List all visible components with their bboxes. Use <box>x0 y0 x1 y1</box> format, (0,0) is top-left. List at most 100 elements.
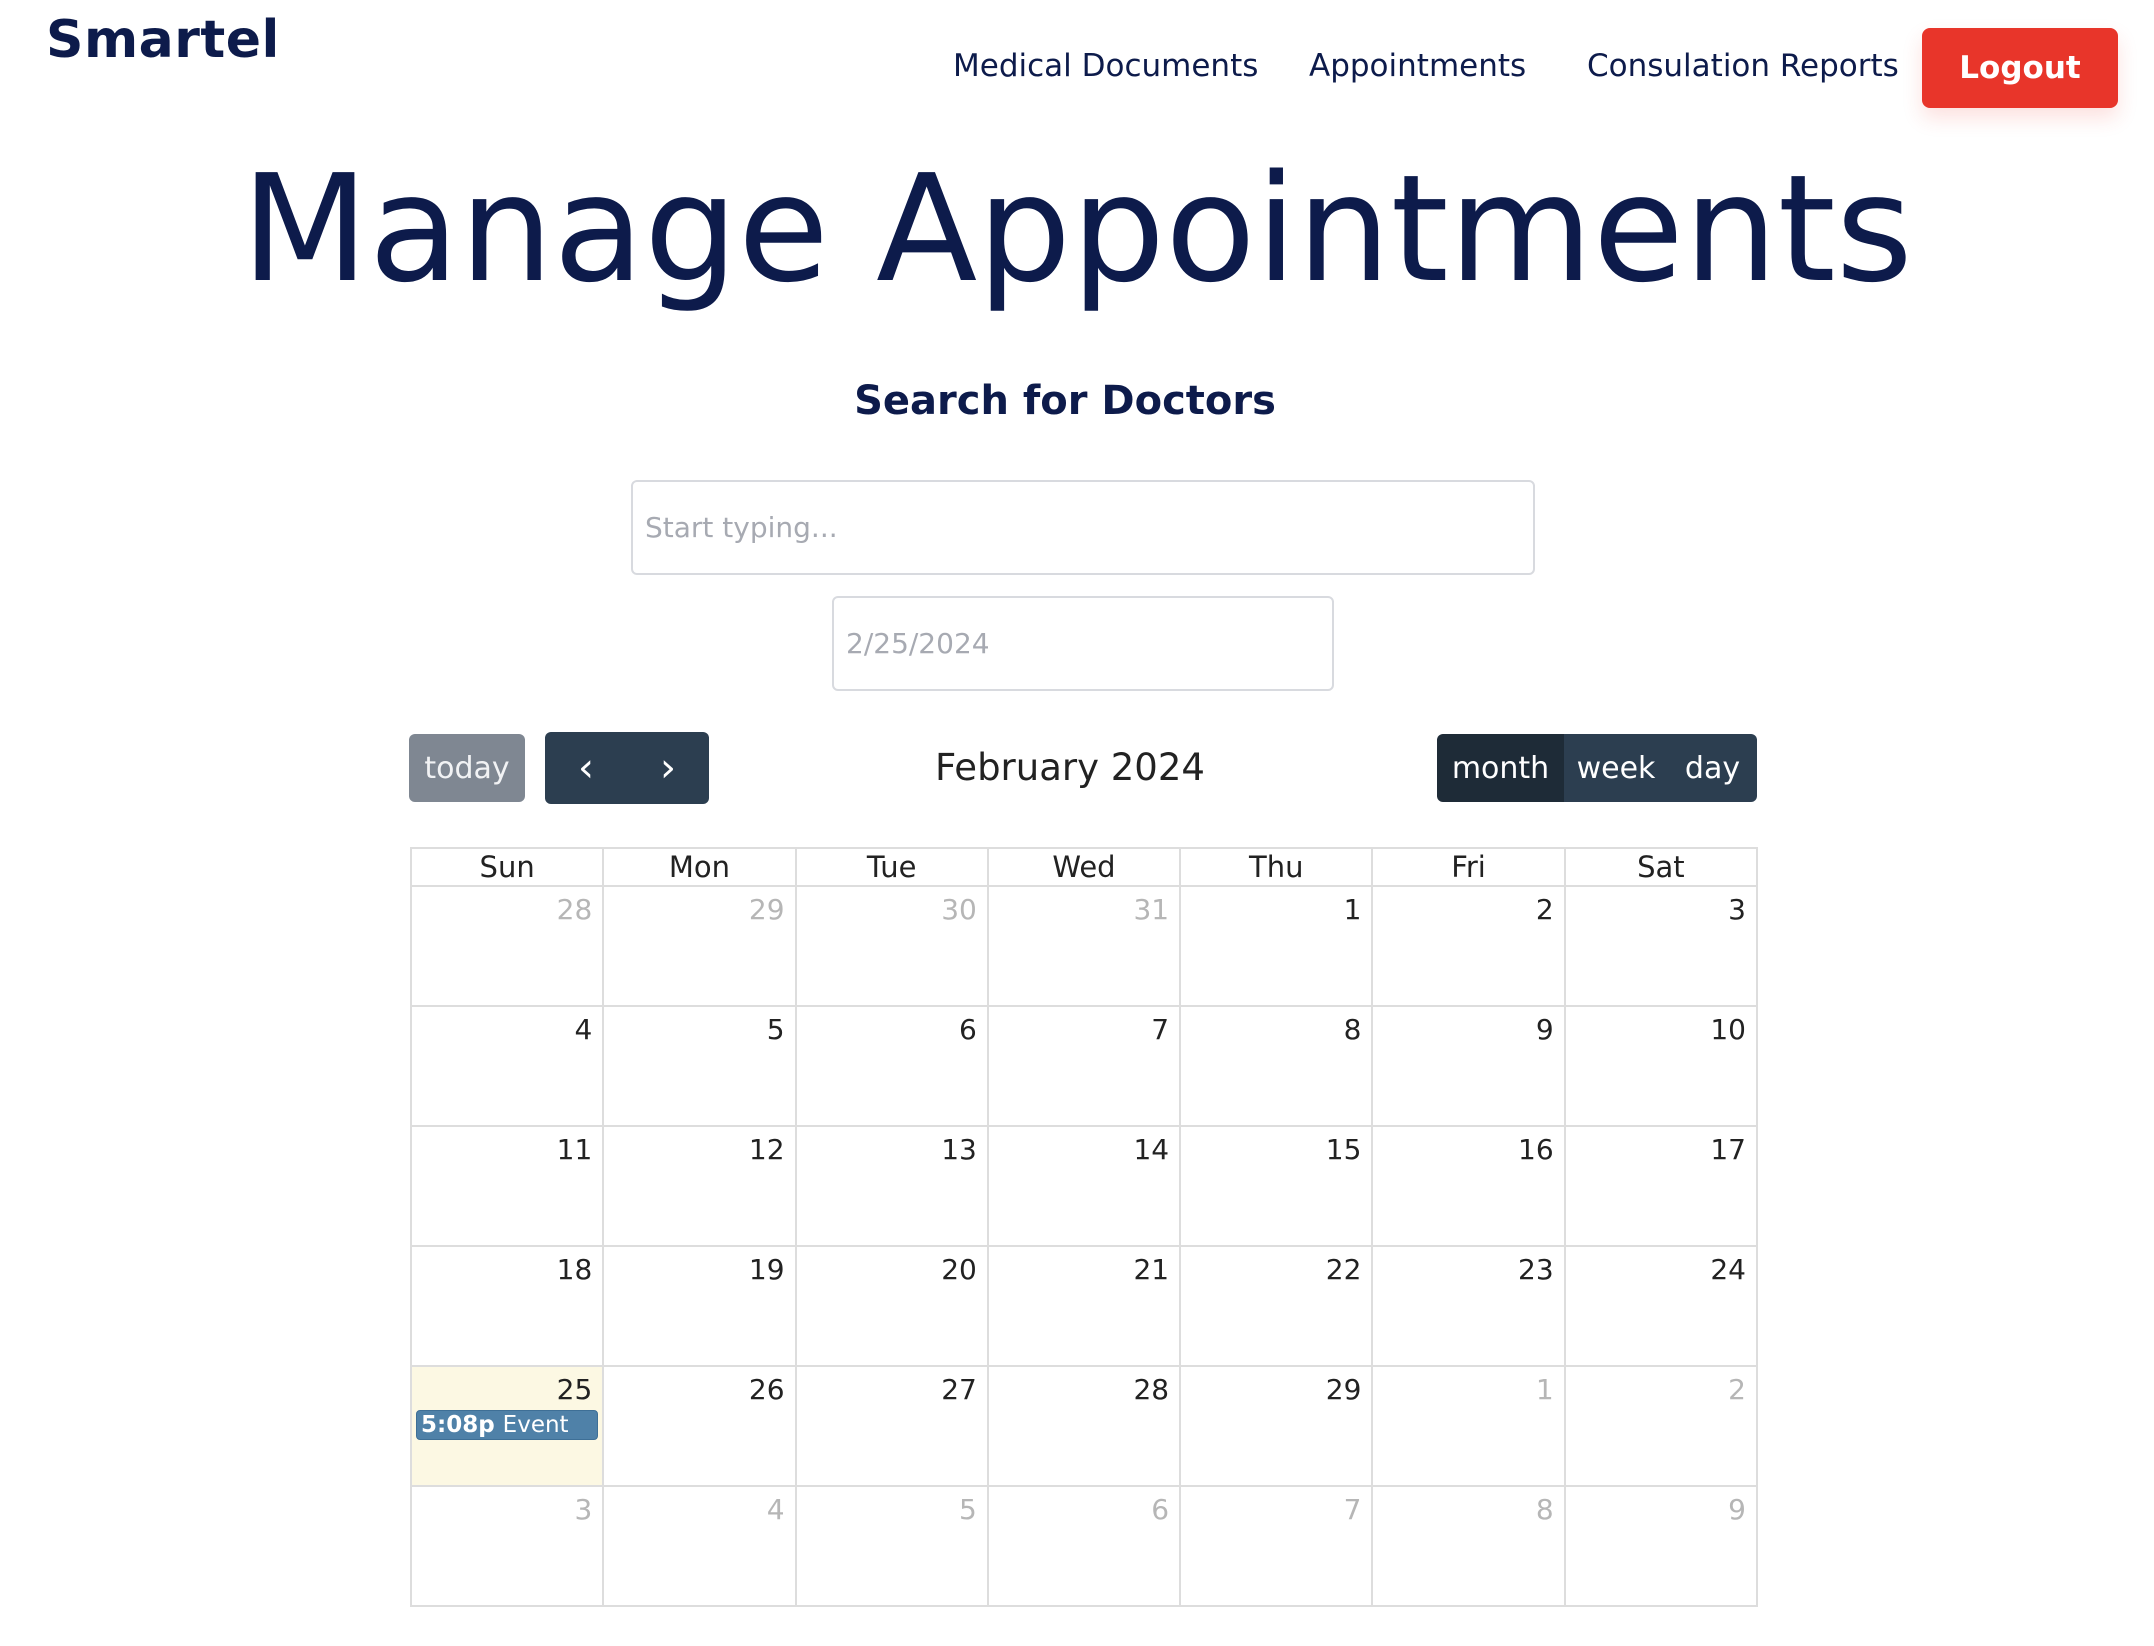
nav-medical-documents[interactable]: Medical Documents <box>953 48 1258 84</box>
nav-appointments[interactable]: Appointments <box>1309 48 1526 84</box>
weekday-wed: Wed <box>986 847 1182 887</box>
day-cell[interactable]: 10 <box>1563 1005 1759 1127</box>
day-cell[interactable]: 2 <box>1563 1365 1759 1487</box>
weekday-sat: Sat <box>1563 847 1759 887</box>
day-cell[interactable]: 4 <box>602 1485 797 1607</box>
day-number: 9 <box>1728 1493 1746 1526</box>
day-cell[interactable]: 2 <box>1371 885 1566 1007</box>
weekday-thu: Thu <box>1179 847 1374 887</box>
day-cell[interactable]: 11 <box>409 1125 605 1247</box>
day-number: 5 <box>959 1493 977 1526</box>
day-cell[interactable]: 28 <box>409 885 605 1007</box>
weekday-fri: Fri <box>1371 847 1566 887</box>
day-cell[interactable]: 1 <box>1179 885 1374 1007</box>
day-number: 1 <box>1535 1373 1554 1406</box>
day-cell[interactable]: 31 <box>986 885 1182 1007</box>
day-cell[interactable]: 17 <box>1563 1125 1759 1247</box>
day-cell[interactable]: 5 <box>602 1005 797 1127</box>
search-doctors-heading: Search for Doctors <box>854 378 1276 424</box>
event-time: 5:08p <box>421 1412 495 1438</box>
logout-button[interactable]: Logout <box>1922 28 2118 108</box>
day-cell[interactable]: 3 <box>1563 885 1759 1007</box>
day-number: 19 <box>748 1253 785 1286</box>
doctor-search-input[interactable] <box>631 480 1535 575</box>
day-number: 16 <box>1518 1133 1554 1166</box>
day-cell[interactable]: 8 <box>1371 1485 1566 1607</box>
day-cell[interactable]: 24 <box>1563 1245 1759 1367</box>
day-cell[interactable]: 3 <box>409 1485 605 1607</box>
day-cell[interactable]: 21 <box>986 1245 1182 1367</box>
day-cell[interactable]: 30 <box>794 885 989 1007</box>
day-cell[interactable]: 6 <box>986 1485 1182 1607</box>
chevron-right-icon[interactable]: › <box>627 732 709 804</box>
day-cell[interactable]: 9 <box>1563 1485 1759 1607</box>
day-number: 28 <box>556 893 593 926</box>
day-cell[interactable]: 18 <box>409 1245 605 1367</box>
day-number: 4 <box>574 1013 593 1046</box>
day-cell[interactable]: 29 <box>602 885 797 1007</box>
day-number: 7 <box>1151 1013 1170 1046</box>
day-cell[interactable]: 14 <box>986 1125 1182 1247</box>
day-cell[interactable]: 9 <box>1371 1005 1566 1127</box>
view-switcher: month week day <box>1437 734 1757 802</box>
day-cell[interactable]: 8 <box>1179 1005 1374 1127</box>
day-cell[interactable]: 12 <box>602 1125 797 1247</box>
date-input[interactable] <box>832 596 1334 691</box>
page-title: Manage Appointments <box>241 143 1913 315</box>
day-cell[interactable]: 20 <box>794 1245 989 1367</box>
nav-consultation-reports[interactable]: Consulation Reports <box>1587 48 1899 84</box>
day-number: 9 <box>1535 1013 1554 1046</box>
calendar-event[interactable]: 5:08p Event <box>416 1410 599 1440</box>
brand-logo[interactable]: Smartel <box>46 10 280 70</box>
week-row: 4 5 6 7 8 9 10 <box>409 1005 1759 1127</box>
day-number: 13 <box>941 1133 977 1166</box>
day-cell[interactable]: 29 <box>1179 1365 1374 1487</box>
day-cell[interactable]: 28 <box>986 1365 1182 1487</box>
week-row: 3 4 5 6 7 8 9 <box>409 1485 1759 1607</box>
day-number: 12 <box>748 1133 785 1166</box>
day-cell[interactable]: 15 <box>1179 1125 1374 1247</box>
day-cell[interactable]: 16 <box>1371 1125 1566 1247</box>
day-number: 26 <box>748 1373 785 1406</box>
day-number: 2 <box>1535 893 1554 926</box>
day-cell[interactable]: 4 <box>409 1005 605 1127</box>
day-number: 1 <box>1343 893 1362 926</box>
week-row: 11 12 13 14 15 16 17 <box>409 1125 1759 1247</box>
day-number: 3 <box>574 1493 593 1526</box>
day-number: 3 <box>1728 893 1746 926</box>
week-row: 25 5:08p Event 26 27 28 29 1 2 <box>409 1365 1759 1487</box>
calendar-title: February 2024 <box>935 746 1205 789</box>
day-number: 10 <box>1710 1013 1746 1046</box>
day-cell[interactable]: 7 <box>1179 1485 1374 1607</box>
day-cell[interactable]: 5 <box>794 1485 989 1607</box>
chevron-left-icon[interactable]: ‹ <box>545 732 627 804</box>
day-number: 17 <box>1710 1133 1746 1166</box>
day-cell[interactable]: 19 <box>602 1245 797 1367</box>
day-cell[interactable]: 6 <box>794 1005 989 1127</box>
day-number: 25 <box>556 1373 593 1406</box>
day-cell[interactable]: 13 <box>794 1125 989 1247</box>
day-cell[interactable]: 7 <box>986 1005 1182 1127</box>
day-number: 24 <box>1710 1253 1746 1286</box>
today-button[interactable]: today <box>409 734 525 802</box>
week-row: 18 19 20 21 22 23 24 <box>409 1245 1759 1367</box>
day-cell[interactable]: 27 <box>794 1365 989 1487</box>
day-cell[interactable]: 1 <box>1371 1365 1566 1487</box>
week-view-button[interactable]: week <box>1564 734 1668 802</box>
day-number: 4 <box>766 1493 785 1526</box>
day-number: 22 <box>1325 1253 1362 1286</box>
day-cell[interactable]: 22 <box>1179 1245 1374 1367</box>
weekday-sun: Sun <box>409 847 605 887</box>
day-number: 5 <box>766 1013 785 1046</box>
day-number: 29 <box>1325 1373 1362 1406</box>
weekday-mon: Mon <box>602 847 797 887</box>
day-cell[interactable]: 26 <box>602 1365 797 1487</box>
month-view-button[interactable]: month <box>1437 734 1564 802</box>
week-row: 28 29 30 31 1 2 3 <box>409 885 1759 1007</box>
day-cell[interactable]: 23 <box>1371 1245 1566 1367</box>
day-number: 27 <box>941 1373 977 1406</box>
day-number: 18 <box>556 1253 593 1286</box>
day-cell[interactable]: 25 5:08p Event <box>409 1365 605 1487</box>
day-number: 29 <box>748 893 785 926</box>
day-view-button[interactable]: day <box>1668 734 1757 802</box>
